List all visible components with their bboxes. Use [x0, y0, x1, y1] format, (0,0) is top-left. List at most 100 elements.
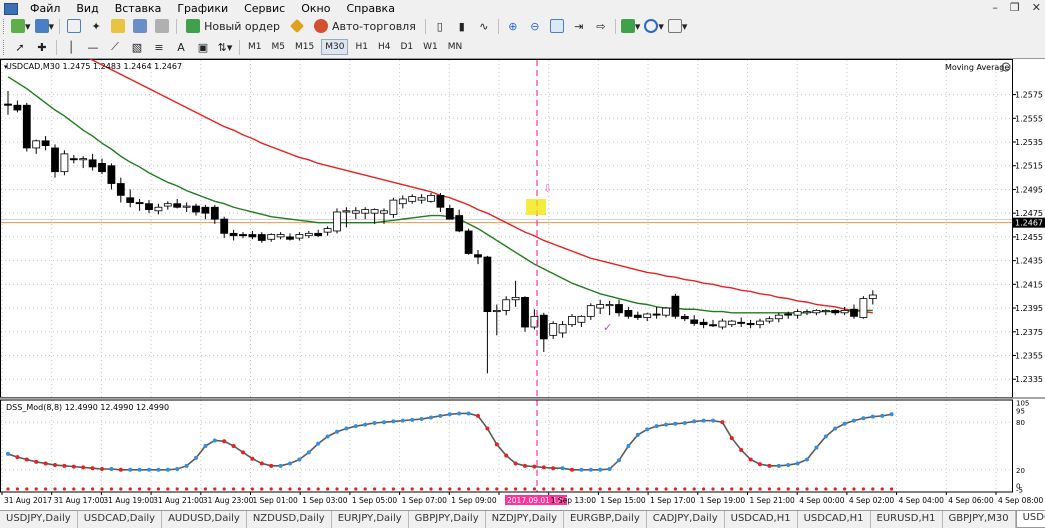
navigator-button[interactable] — [109, 18, 127, 34]
subwindow-header: DSS_Mod(8,8) 12.4990 12.4990 12.4990 — [6, 403, 169, 412]
dss-point — [673, 421, 678, 426]
bar-chart-button[interactable]: ▯ — [431, 18, 449, 34]
chart-tab[interactable]: USDCAD,M30 — [1015, 511, 1045, 528]
menu-charts[interactable]: Графики — [169, 0, 236, 17]
zoom-out-button[interactable]: ⊖ — [526, 18, 544, 34]
fibonacci-icon: ≡ — [154, 40, 164, 54]
toolbar-separator — [614, 18, 616, 34]
tester-button[interactable] — [153, 18, 171, 34]
dss-point — [889, 412, 894, 417]
cursor-button[interactable]: ➚ — [11, 39, 29, 55]
candle-body — [182, 205, 191, 208]
candle-body — [173, 203, 182, 208]
timeframe-m30[interactable]: M30 — [321, 39, 349, 55]
data-window-button[interactable]: ✦ — [87, 18, 105, 34]
candle-body — [511, 296, 520, 301]
metaeditor-button[interactable] — [288, 18, 306, 34]
indicators-button[interactable]: ▾ — [620, 18, 640, 34]
close-icon[interactable]: ✕ — [1032, 1, 1041, 14]
chart-tab[interactable]: CADJPY,Daily — [647, 511, 725, 528]
chart-tab[interactable]: EURGBP,Daily — [564, 511, 647, 528]
terminal-button[interactable] — [131, 18, 149, 34]
chart-tab[interactable]: NZDUSD,Daily — [247, 511, 332, 528]
text-button[interactable]: A — [172, 39, 190, 55]
menu-help[interactable]: Справка — [338, 0, 402, 17]
timeframe-w1[interactable]: W1 — [420, 39, 441, 55]
menu-insert[interactable]: Вставка — [107, 0, 170, 17]
time-label: 1 Sep 19:00 — [700, 496, 746, 505]
tile-windows-button[interactable] — [548, 18, 566, 34]
minimize-icon[interactable]: – — [992, 1, 998, 14]
chart-tab[interactable]: NZDJPY,Daily — [486, 511, 565, 528]
channel-button[interactable]: ▧ — [128, 39, 146, 55]
restore-icon[interactable]: ❐ — [1010, 1, 1020, 14]
dss-point — [664, 422, 668, 427]
chart-tab[interactable]: USDCAD,Daily — [78, 511, 163, 528]
candlestick-button[interactable]: ▮ — [453, 18, 471, 34]
timeframe-m5[interactable]: M5 — [269, 39, 289, 55]
candle-body — [98, 162, 106, 173]
menu-file[interactable]: Файл — [22, 0, 68, 17]
vertical-line-button[interactable]: │ — [62, 39, 80, 55]
profiles-button[interactable]: ▾ — [34, 18, 54, 34]
timeframe-m15[interactable]: M15 — [292, 39, 317, 55]
toolbar-grip[interactable] — [3, 39, 6, 55]
candle-body — [107, 165, 116, 184]
chart-tab[interactable]: USDJPY,Daily — [0, 511, 78, 528]
autoscroll-button[interactable]: ⇨ — [592, 18, 610, 34]
dss-point — [852, 418, 856, 423]
label-button[interactable]: ▣ — [194, 39, 212, 55]
chart-tab[interactable]: USDCAD,H1 — [798, 511, 871, 528]
periods-button[interactable]: ▾ — [644, 18, 664, 34]
timeframe-mn[interactable]: MN — [445, 39, 466, 55]
dss-baseline-point — [109, 487, 113, 491]
autoscroll-icon: ⇨ — [596, 19, 606, 33]
chart-tab[interactable]: EURUSD,H1 — [871, 511, 943, 528]
chart-tab[interactable]: GBPJPY,Daily — [409, 511, 486, 528]
dss-baseline-point — [485, 487, 489, 491]
timeframe-h1[interactable]: H1 — [352, 39, 371, 55]
chart-tab[interactable]: USDCAD,H1 — [725, 511, 798, 528]
line-chart-button[interactable]: ∿ — [475, 18, 493, 34]
chart-window[interactable]: ⇩ ✓ DSS_Mod(8,8) 12.4990 12.4990 12.4990 1… — [0, 16, 1045, 511]
candle-body — [521, 296, 529, 328]
candle-body — [615, 304, 623, 314]
fibonacci-button[interactable]: ≡ — [150, 39, 168, 55]
menu-window[interactable]: Окно — [293, 0, 338, 17]
auto-trading-button[interactable]: Авто-торговля — [310, 18, 420, 34]
trendline-button[interactable]: ⟋ — [106, 39, 124, 55]
horizontal-line-button[interactable]: — — [84, 39, 102, 55]
dss-point — [504, 453, 509, 458]
candle-body — [436, 194, 445, 208]
crosshair-button[interactable]: ✚ — [33, 39, 51, 55]
toolbar-separator — [497, 18, 499, 34]
menu-view[interactable]: Вид — [68, 0, 106, 17]
dss-point — [645, 427, 650, 432]
timeframe-d1[interactable]: D1 — [397, 39, 416, 55]
toolbar-grip[interactable] — [3, 18, 6, 34]
chart-tab[interactable]: GBPJPY,M30 — [943, 511, 1016, 528]
menu-tools[interactable]: Сервис — [236, 0, 293, 17]
arrows-button[interactable]: ⇅ ▾ — [216, 39, 234, 55]
dss-point — [494, 442, 499, 447]
candle-body — [135, 202, 144, 205]
candle-body — [267, 234, 276, 240]
zoom-in-button[interactable]: ⊕ — [504, 18, 522, 34]
toolbar-separator — [56, 39, 57, 55]
new-chart-button[interactable]: ▾ — [11, 18, 31, 34]
chart-canvas[interactable]: ⇩✓ DSS_Mod(8,8) 12.4990 12.4990 12.4990 1… — [0, 16, 1045, 511]
dss-baseline-point — [861, 487, 866, 491]
chart-tab[interactable]: EURJPY,Daily — [332, 511, 409, 528]
dss-baseline-point — [514, 487, 518, 491]
chart-tab[interactable]: AUDUSD,Daily — [162, 511, 247, 528]
dss-point — [513, 461, 518, 466]
dss-baseline-point — [551, 487, 555, 491]
market-watch-button[interactable] — [65, 18, 83, 34]
app-icon[interactable] — [4, 2, 18, 15]
chart-shift-button[interactable]: ⇥ — [570, 18, 588, 34]
dss-baseline-point — [6, 487, 10, 491]
new-order-button[interactable]: Новый ордер — [182, 18, 284, 34]
templates-button[interactable]: ▾ — [667, 18, 687, 34]
timeframe-m1[interactable]: M1 — [245, 39, 265, 55]
timeframe-h4[interactable]: H4 — [375, 39, 394, 55]
